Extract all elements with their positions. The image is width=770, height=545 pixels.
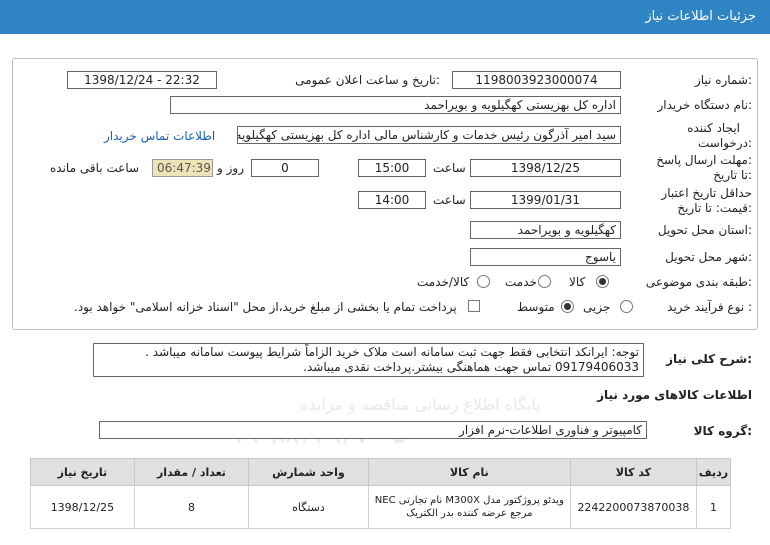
cell-code: 2242200073870038 bbox=[569, 485, 697, 529]
cell-date: 1398/12/25 bbox=[30, 485, 135, 529]
category-radio-service[interactable] bbox=[538, 275, 551, 288]
process-radio-minor[interactable] bbox=[620, 300, 633, 313]
remaining-time-field: 06:47:39 bbox=[152, 159, 213, 177]
col-date: تاریخ نیاز bbox=[30, 458, 135, 486]
creator-field: سید امیر آذرگون رئیس خدمات و کارشناس مال… bbox=[237, 126, 621, 144]
creator-label-1: ایجاد کننده bbox=[687, 121, 740, 135]
need-number-label: شماره نیاز: bbox=[694, 73, 752, 87]
remaining-time-label: ساعت باقی مانده bbox=[50, 161, 140, 175]
process-type-label: نوع فرآیند خرید : bbox=[667, 300, 752, 314]
process-option-medium: متوسط bbox=[517, 300, 555, 314]
col-unit: واحد شمارش bbox=[248, 458, 369, 486]
announce-label: تاریخ و ساعت اعلان عمومی: bbox=[295, 73, 440, 87]
goods-group-label: گروه کالا: bbox=[693, 424, 752, 438]
description-line-1: توجه: ایرانکد انتخابی فقط جهت ثبت سامانه… bbox=[145, 345, 639, 359]
need-number-field: 1198003923000074 bbox=[452, 71, 621, 89]
city-field: یاسوج bbox=[470, 248, 621, 266]
goods-group-field: کامپیوتر و فناوری اطلاعات-نرم افزار bbox=[99, 421, 647, 439]
days-label: روز و bbox=[217, 161, 244, 175]
cell-name: ویدئو پروژکتور مدل M300X نام تجارتی NEC … bbox=[367, 485, 571, 529]
process-option-minor: جزیی bbox=[583, 300, 611, 314]
col-qty: تعداد / مقدار bbox=[133, 458, 250, 486]
goods-table: ردیف کد کالا نام کالا واحد شمارش تعداد /… bbox=[30, 458, 732, 529]
category-radio-goods[interactable] bbox=[596, 275, 609, 288]
validity-time-field: 14:00 bbox=[358, 191, 426, 209]
reply-date-field: 1398/12/25 bbox=[470, 159, 621, 177]
col-code: کد کالا bbox=[569, 458, 697, 486]
province-field: کهگیلویه و بویراحمد bbox=[470, 221, 621, 239]
validity-time-label: ساعت bbox=[433, 193, 466, 207]
announce-field: 1398/12/24 - 22:32 bbox=[67, 71, 217, 89]
city-label: شهر محل تحویل: bbox=[665, 250, 752, 264]
validity-label-1: حداقل تاریخ اعتبار bbox=[661, 186, 752, 200]
goods-section-title: اطلاعات کالاهای مورد نیاز bbox=[597, 388, 752, 402]
province-label: استان محل تحویل: bbox=[657, 223, 752, 237]
reply-deadline-label-1: مهلت ارسال پاسخ: bbox=[656, 153, 752, 167]
col-name: نام کالا bbox=[367, 458, 571, 486]
description-label: شرح کلی نیاز: bbox=[666, 352, 752, 366]
process-radio-medium[interactable] bbox=[561, 300, 574, 313]
buyer-org-label: نام دستگاه خریدار: bbox=[657, 98, 753, 112]
category-option-goods-service: کالا/خدمت bbox=[417, 275, 470, 289]
table-row: 1 2242200073870038 ویدئو پروژکتور مدل M3… bbox=[30, 485, 732, 529]
category-radio-goods-service[interactable] bbox=[477, 275, 490, 288]
category-label: طبقه بندی موضوعی: bbox=[645, 275, 752, 289]
buyer-contact-link[interactable]: اطلاعات تماس خریدار bbox=[104, 129, 215, 143]
category-option-goods: کالا bbox=[569, 275, 586, 289]
category-option-service: خدمت bbox=[505, 275, 537, 289]
buyer-org-field: اداره کل بهزیستی کهگیلویه و بویراحمد bbox=[170, 96, 621, 114]
validity-date-field: 1399/01/31 bbox=[470, 191, 621, 209]
creator-label-2: درخواست: bbox=[698, 136, 752, 150]
page-title: جزئیات اطلاعات نیاز bbox=[645, 9, 756, 24]
cell-qty: 8 bbox=[133, 485, 250, 529]
watermark-line-1: پایگاه اطلاع رسانی مناقصه و مزایده bbox=[300, 395, 541, 414]
cell-row: 1 bbox=[695, 485, 732, 529]
description-line-2: 09179406033 تماس جهت هماهنگی بیشتر.پرداخ… bbox=[303, 360, 639, 374]
reply-time-field: 15:00 bbox=[358, 159, 426, 177]
goods-table-header: ردیف کد کالا نام کالا واحد شمارش تعداد /… bbox=[30, 458, 732, 486]
validity-label-2: قیمت: تا تاریخ: bbox=[677, 201, 752, 215]
days-remaining-field: 0 bbox=[251, 159, 319, 177]
description-box: توجه: ایرانکد انتخابی فقط جهت ثبت سامانه… bbox=[93, 343, 644, 377]
reply-time-label: ساعت bbox=[433, 161, 466, 175]
title-bar: جزئیات اطلاعات نیاز bbox=[0, 0, 770, 34]
reply-deadline-label-2: تا تاریخ: bbox=[713, 168, 752, 182]
col-row: ردیف bbox=[695, 458, 732, 486]
cell-unit: دستگاه bbox=[248, 485, 369, 529]
treasury-payment-note: پرداخت تمام یا بخشی از مبلغ خرید،از محل … bbox=[74, 300, 457, 314]
treasury-payment-checkbox[interactable] bbox=[468, 300, 480, 312]
